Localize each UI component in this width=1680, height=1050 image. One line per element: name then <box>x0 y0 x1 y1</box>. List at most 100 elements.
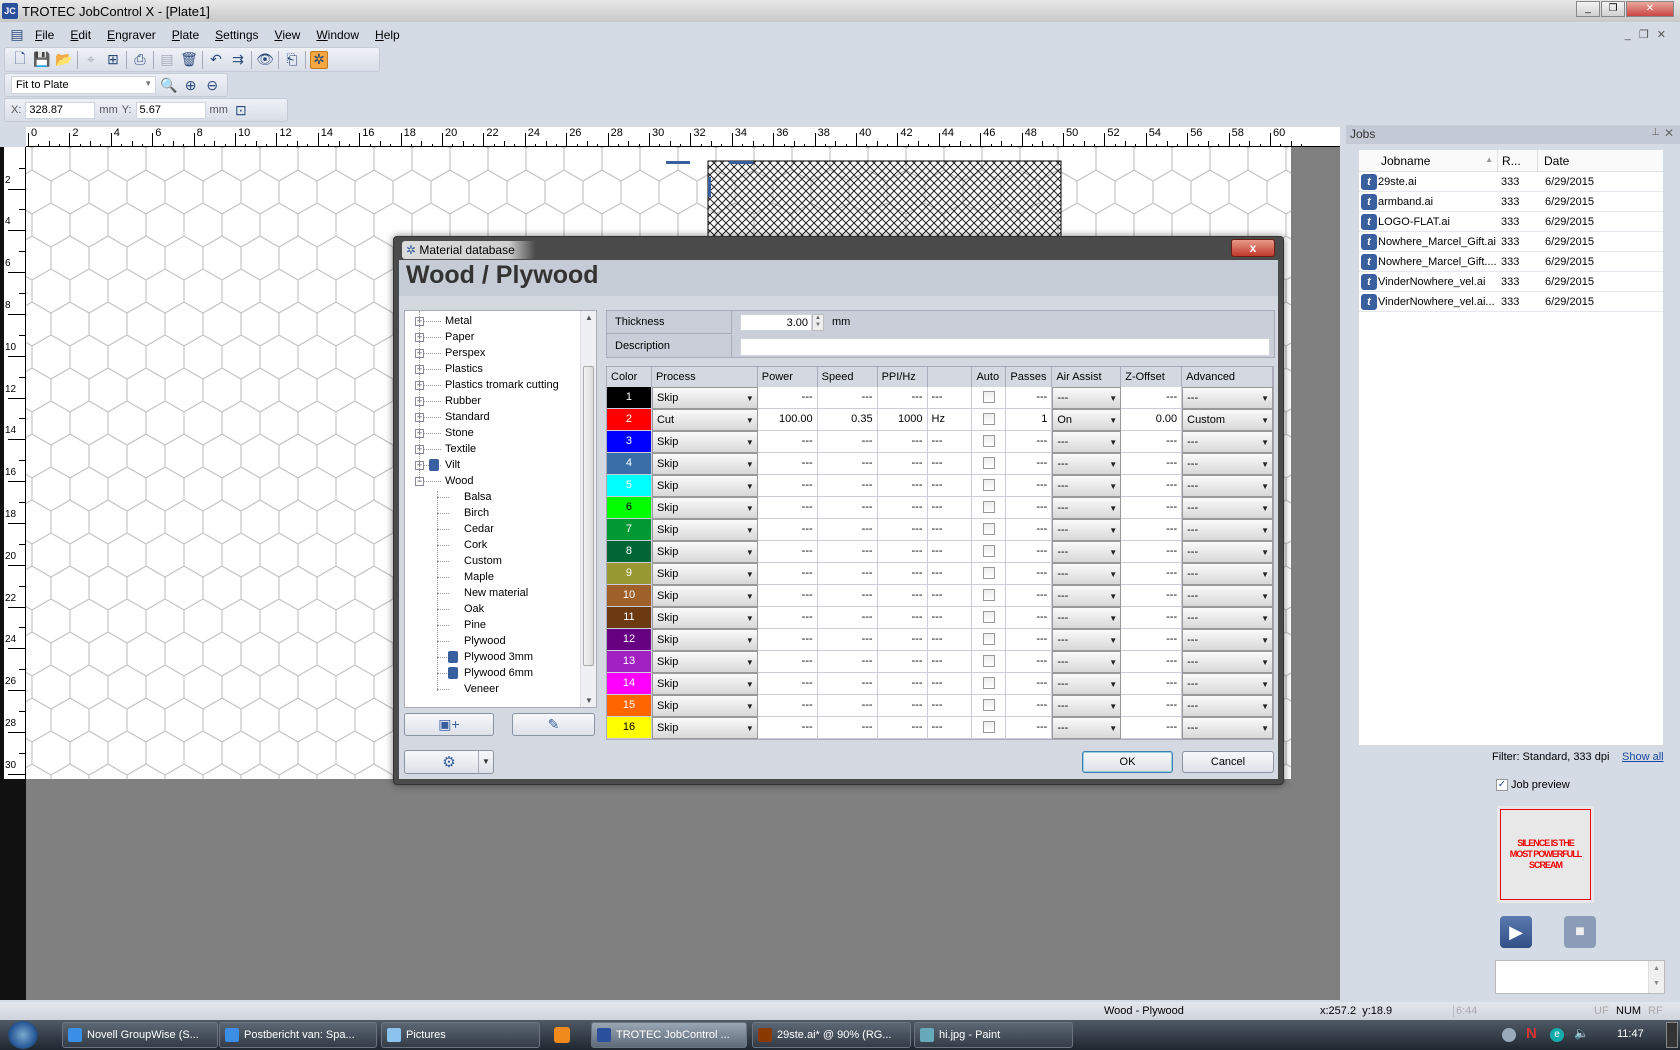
passes-cell[interactable]: 1 <box>1006 409 1053 431</box>
passes-cell[interactable]: --- <box>1006 541 1053 563</box>
adv-cell[interactable]: --- <box>1182 673 1273 695</box>
menu-engraver[interactable]: Engraver <box>100 28 163 42</box>
power-cell[interactable]: --- <box>757 541 818 563</box>
ppi-cell[interactable]: 1000 <box>877 409 928 431</box>
crosshair-icon[interactable]: ⌖ <box>82 51 100 69</box>
air-cell[interactable]: --- <box>1052 651 1122 673</box>
speed-cell[interactable]: --- <box>817 629 878 651</box>
menu-window[interactable]: Window <box>309 28 366 42</box>
tree-item-balsa[interactable]: Balsa <box>405 489 580 505</box>
auto-checkbox[interactable] <box>982 501 995 514</box>
passes-cell[interactable]: --- <box>1006 497 1053 519</box>
air-cell[interactable]: --- <box>1052 717 1122 739</box>
job-row[interactable]: t VinderNowhere_vel.ai... 333 6/29/2015 <box>1359 292 1663 312</box>
description-input[interactable] <box>740 338 1270 356</box>
material-database-icon[interactable]: ✲ <box>310 50 328 69</box>
adv-cell[interactable]: --- <box>1182 387 1273 409</box>
ppi-cell[interactable]: --- <box>877 431 928 453</box>
preview-eye-icon[interactable]: 👁 <box>256 51 274 69</box>
tree-item-wood[interactable]: − Wood <box>405 473 580 489</box>
z-cell[interactable]: --- <box>1121 673 1183 695</box>
auto-checkbox[interactable] <box>982 677 995 690</box>
ppi-cell[interactable]: --- <box>877 475 928 497</box>
save-icon[interactable]: 💾 <box>33 51 51 69</box>
power-cell[interactable]: --- <box>757 497 818 519</box>
color-swatch[interactable]: 1 <box>607 387 652 409</box>
job-row[interactable]: t VinderNowhere_vel.ai 333 6/29/2015 <box>1359 272 1663 292</box>
color-swatch[interactable]: 7 <box>607 519 652 541</box>
passes-cell[interactable]: --- <box>1006 673 1053 695</box>
new-icon[interactable]: 🗋 <box>11 50 29 69</box>
column-date[interactable]: Date <box>1538 150 1658 171</box>
scrollbar-thumb[interactable] <box>583 366 594 666</box>
tree-item-new-material[interactable]: New material <box>405 585 580 601</box>
air-cell[interactable]: --- <box>1052 453 1122 475</box>
column-header[interactable]: Auto <box>972 367 1007 387</box>
color-swatch[interactable]: 11 <box>607 607 652 629</box>
auto-checkbox[interactable] <box>982 479 995 492</box>
print-icon[interactable]: ⎙ <box>131 51 149 69</box>
passes-cell[interactable]: --- <box>1006 563 1053 585</box>
passes-cell[interactable]: --- <box>1006 717 1053 739</box>
adv-cell[interactable]: --- <box>1182 717 1273 739</box>
color-swatch[interactable]: 5 <box>607 475 652 497</box>
air-cell[interactable]: --- <box>1052 541 1122 563</box>
tree-scrollbar[interactable]: ▲ ▼ <box>580 311 596 707</box>
zoom-out-icon[interactable]: ⊖ <box>203 76 221 94</box>
column-header[interactable]: PPI/Hz <box>878 367 928 387</box>
process-cell[interactable]: Skip <box>651 497 758 519</box>
menu-app-icon[interactable]: ▤ <box>8 26 26 44</box>
tray-novell-icon[interactable]: N <box>1526 1025 1537 1042</box>
add-job-icon[interactable]: ⊞ <box>104 51 122 69</box>
adv-cell[interactable]: --- <box>1182 453 1273 475</box>
ppi-cell[interactable]: --- <box>877 695 928 717</box>
adv-cell[interactable]: --- <box>1182 695 1273 717</box>
adv-cell[interactable]: --- <box>1182 541 1273 563</box>
tree-item-plastics[interactable]: + Plastics <box>405 361 580 377</box>
menu-file[interactable]: File <box>28 28 61 42</box>
auto-checkbox[interactable] <box>982 655 995 668</box>
tree-item-birch[interactable]: Birch <box>405 505 580 521</box>
color-swatch[interactable]: 2 <box>607 409 652 431</box>
pin-icon[interactable]: ⊥ <box>1651 127 1660 138</box>
taskbar-item[interactable]: Postbericht van: Spa... <box>219 1022 377 1048</box>
color-swatch[interactable]: 15 <box>607 695 652 717</box>
tree-item-perspex[interactable]: + Perspex <box>405 345 580 361</box>
z-cell[interactable]: --- <box>1121 651 1183 673</box>
speed-cell[interactable]: --- <box>817 519 878 541</box>
close-button[interactable]: ✕ <box>1626 1 1674 17</box>
ok-button[interactable]: OK <box>1082 751 1173 773</box>
scrollbar[interactable]: ▲ ▼ <box>1648 961 1664 993</box>
tree-item-rubber[interactable]: + Rubber <box>405 393 580 409</box>
z-cell[interactable]: --- <box>1121 585 1183 607</box>
y-input[interactable] <box>135 101 206 119</box>
adv-cell[interactable]: --- <box>1182 431 1273 453</box>
column-header[interactable]: Power <box>758 367 818 387</box>
z-cell[interactable]: --- <box>1121 497 1183 519</box>
air-cell[interactable]: On <box>1052 409 1122 431</box>
column-header[interactable]: Air Assist <box>1052 367 1122 387</box>
power-cell[interactable]: --- <box>757 453 818 475</box>
adv-cell[interactable]: --- <box>1182 629 1273 651</box>
delete-icon[interactable]: 🗑 <box>180 51 198 69</box>
speed-cell[interactable]: --- <box>817 585 878 607</box>
speed-cell[interactable]: --- <box>817 563 878 585</box>
ppi-cell[interactable]: --- <box>877 607 928 629</box>
passes-cell[interactable]: --- <box>1006 431 1053 453</box>
z-cell[interactable]: --- <box>1121 431 1183 453</box>
tree-item-oak[interactable]: Oak <box>405 601 580 617</box>
power-cell[interactable]: --- <box>757 607 818 629</box>
passes-cell[interactable]: --- <box>1006 387 1053 409</box>
power-cell[interactable]: --- <box>757 475 818 497</box>
power-cell[interactable]: --- <box>757 431 818 453</box>
restore-button[interactable]: ❐ <box>1601 1 1625 17</box>
air-cell[interactable]: --- <box>1052 585 1122 607</box>
adv-cell[interactable]: --- <box>1182 563 1273 585</box>
process-cell[interactable]: Skip <box>651 387 758 409</box>
process-cell[interactable]: Skip <box>651 651 758 673</box>
tray-network-icon[interactable] <box>1502 1028 1516 1042</box>
ppi-cell[interactable]: --- <box>877 651 928 673</box>
job-row[interactable]: t armband.ai 333 6/29/2015 <box>1359 192 1663 212</box>
thickness-input[interactable] <box>740 314 812 331</box>
speed-cell[interactable]: --- <box>817 541 878 563</box>
